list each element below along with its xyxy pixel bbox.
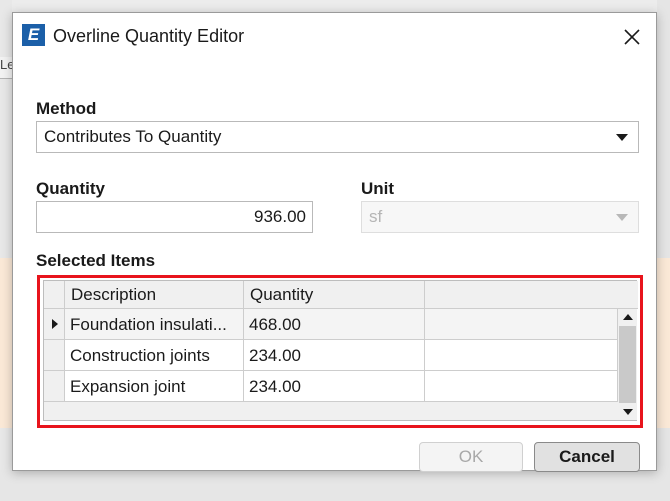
scroll-down-icon[interactable] [618, 404, 637, 420]
close-icon [624, 29, 640, 45]
dialog-title: Overline Quantity Editor [53, 26, 245, 46]
close-button[interactable] [618, 23, 646, 51]
column-header-filler [425, 281, 638, 309]
row-header[interactable] [44, 309, 65, 340]
overline-quantity-editor-dialog: E Overline Quantity Editor Method Contri… [12, 12, 657, 472]
quantity-input[interactable]: 936.00 [36, 201, 313, 233]
ok-button[interactable]: OK [419, 442, 523, 472]
table-cell-filler [425, 371, 618, 402]
column-header-description[interactable]: Description [65, 281, 244, 309]
table-cell-description[interactable]: Construction joints [65, 340, 244, 371]
column-header-quantity[interactable]: Quantity [244, 281, 425, 309]
method-value: Contributes To Quantity [44, 127, 222, 146]
chevron-down-icon [616, 134, 628, 141]
cancel-button[interactable]: Cancel [534, 442, 640, 472]
table-cell-filler [425, 340, 618, 371]
selected-items-label: Selected Items [36, 251, 156, 270]
table-cell-description[interactable]: Expansion joint [65, 371, 244, 402]
background-panel [0, 258, 12, 428]
title-bar: E Overline Quantity Editor [13, 13, 656, 59]
background-app-bottom [0, 470, 670, 501]
background-tab: Le [0, 57, 12, 79]
background-panel-right [657, 258, 670, 428]
grid-vertical-scrollbar[interactable] [618, 309, 637, 420]
unit-dropdown: sf [361, 201, 639, 233]
method-label: Method [36, 99, 97, 118]
row-header[interactable] [44, 340, 65, 371]
selected-items-grid: Description Quantity Foundation insulati… [43, 280, 638, 421]
chevron-down-icon [616, 214, 628, 221]
app-logo-icon: E [22, 24, 45, 46]
unit-label: Unit [361, 179, 395, 198]
grid-corner [44, 281, 65, 309]
table-cell-description[interactable]: Foundation insulati... [65, 309, 244, 340]
table-cell-quantity[interactable]: 234.00 [244, 371, 425, 402]
scroll-up-icon[interactable] [618, 309, 637, 325]
background-tab-label: Le [0, 57, 12, 72]
row-header[interactable] [44, 371, 65, 402]
quantity-label: Quantity [36, 179, 105, 198]
selected-items-highlight: Description Quantity Foundation insulati… [37, 275, 643, 428]
unit-value: sf [369, 207, 383, 226]
table-cell-quantity[interactable]: 234.00 [244, 340, 425, 371]
method-dropdown[interactable]: Contributes To Quantity [36, 121, 639, 153]
table-cell-quantity[interactable]: 468.00 [244, 309, 425, 340]
current-row-pointer-icon [52, 319, 58, 329]
table-cell-filler [425, 309, 618, 340]
scrollbar-thumb[interactable] [619, 326, 636, 403]
